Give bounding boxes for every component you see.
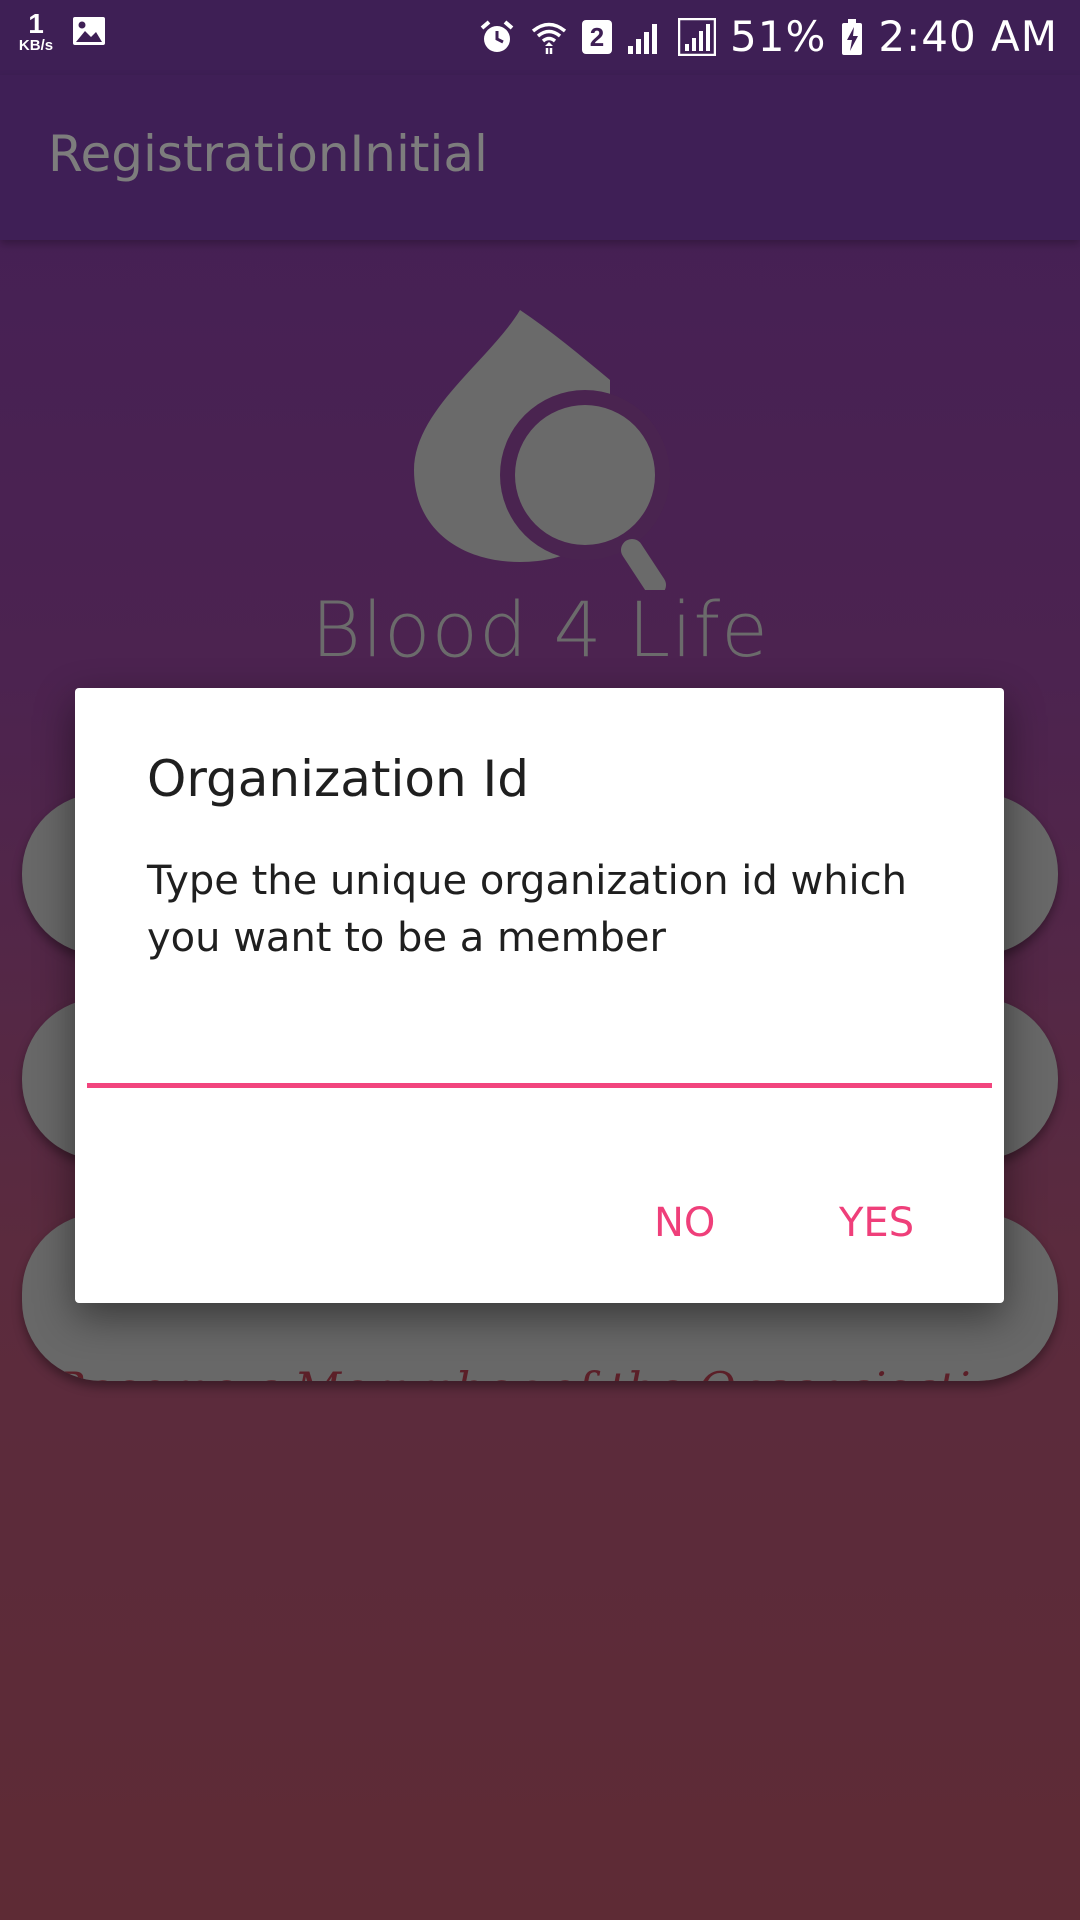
yes-button[interactable]: YES	[815, 1188, 938, 1258]
organization-id-input[interactable]	[87, 1018, 992, 1088]
registration-screen: 1 KB/s 2 51% 2:40 AM RegistrationInitial…	[0, 0, 1080, 1920]
dialog-message: Type the unique organization id which yo…	[147, 858, 907, 961]
organization-id-dialog: Organization Id Type the unique organiza…	[75, 688, 1004, 1303]
dialog-title: Organization Id	[147, 750, 530, 808]
no-button[interactable]: NO	[630, 1188, 739, 1258]
